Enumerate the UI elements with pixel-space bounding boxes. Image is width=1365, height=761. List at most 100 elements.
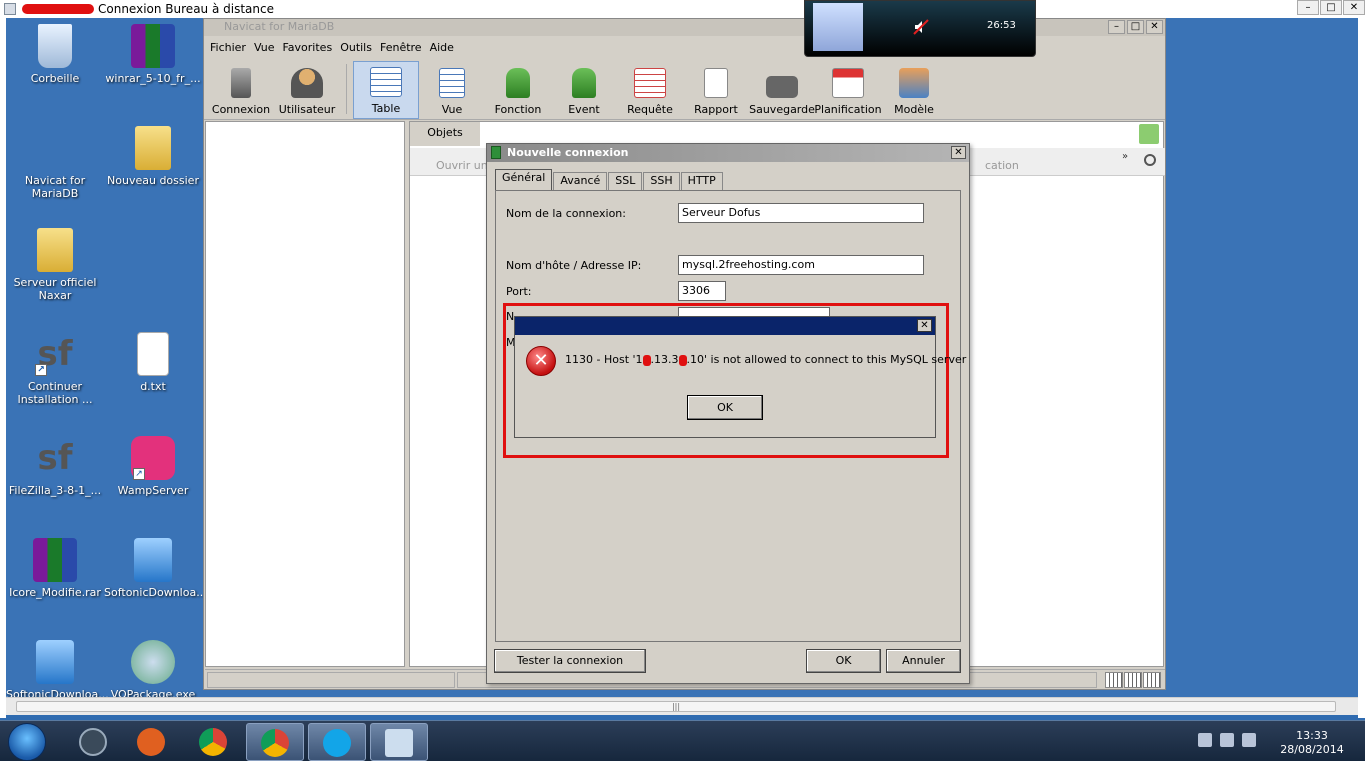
tab-avance[interactable]: Avancé <box>553 172 608 190</box>
toolbar-fonction-button[interactable]: Fonction <box>485 61 551 119</box>
ok-button[interactable]: OK <box>806 649 881 673</box>
tab-objets[interactable]: Objets <box>410 122 480 146</box>
clock[interactable]: 13:33 28/08/2014 <box>1272 729 1352 757</box>
toolbar-vue-button[interactable]: Vue <box>419 61 485 119</box>
grid-view-icon[interactable] <box>1143 672 1161 688</box>
desktop-icon-icore-rar[interactable]: Icore_Modifie.rar <box>6 538 104 599</box>
toolbar-utilisateur-button[interactable]: Utilisateur <box>274 61 340 119</box>
sf-icon: sf ↗ <box>33 332 77 376</box>
list-view-icon[interactable] <box>1105 672 1123 688</box>
tab-general[interactable]: Général <box>495 169 553 190</box>
close-icon[interactable]: ✕ <box>917 319 932 332</box>
connection-name-input[interactable]: Serveur Dofus <box>678 203 924 223</box>
menu-fichier[interactable]: Fichier <box>210 41 246 54</box>
toolbar-requete-button[interactable]: Requête <box>617 61 683 119</box>
taskbar-skype[interactable] <box>308 723 366 761</box>
desktop-icon-corbeille[interactable]: Corbeille <box>6 24 104 85</box>
menu-favorites[interactable]: Favorites <box>282 41 332 54</box>
desktop-icon-d-txt[interactable]: d.txt <box>104 332 202 393</box>
desktop-icon-winrar[interactable]: winrar_5-10_fr_... <box>104 24 202 85</box>
cancel-button[interactable]: Annuler <box>886 649 961 673</box>
mute-icon[interactable] <box>913 19 929 35</box>
toolbar-planification-button[interactable]: Planification <box>814 61 882 119</box>
desktop-icon-softonic-2[interactable]: SoftonicDownloa... <box>6 640 109 701</box>
desktop-icon-label: winrar_5-10_fr_... <box>105 72 201 85</box>
scrollbar-thumb[interactable]: ||| <box>16 701 1336 712</box>
network-icon[interactable] <box>1220 733 1234 747</box>
wamp-icon: ↗ <box>131 436 175 480</box>
app-icon <box>137 728 165 756</box>
taskbar-app-1[interactable] <box>64 723 122 761</box>
remote-desktop-icon <box>385 729 413 757</box>
desktop-icon-wampserver[interactable]: ↗ WampServer <box>104 436 202 497</box>
toolbar-modele-button[interactable]: Modèle <box>881 61 947 119</box>
connection-tree-pane[interactable] <box>205 121 405 667</box>
rdp-minimize-button[interactable]: – <box>1297 0 1319 15</box>
toolbar-table-button[interactable]: Table <box>353 61 419 119</box>
toolbar-event-button[interactable]: Event <box>551 61 617 119</box>
chrome-icon <box>261 729 289 757</box>
query-icon <box>634 68 666 98</box>
desktop-icon-serveur-naxar[interactable]: Serveur officiel Naxar <box>6 228 104 302</box>
desktop-icon-continuer-installation[interactable]: sf ↗ Continuer Installation ... <box>6 332 104 406</box>
add-tab-icon[interactable] <box>1139 124 1159 144</box>
navicat-minimize-button[interactable]: – <box>1108 20 1125 34</box>
chevron-more-icon[interactable]: » <box>1122 151 1128 162</box>
toolbar-connexion-button[interactable]: Connexion <box>208 61 274 119</box>
toolbar-rapport-button[interactable]: Rapport <box>683 61 749 119</box>
taskbar-remote-desktop[interactable] <box>370 723 428 761</box>
toolbar-label: Sauvegarde <box>749 103 815 116</box>
port-input[interactable]: 3306 <box>678 281 726 301</box>
host-input[interactable]: mysql.2freehosting.com <box>678 255 924 275</box>
winrar-icon <box>131 24 175 68</box>
taskbar-chrome-1[interactable] <box>184 723 242 761</box>
taskbar: 13:33 28/08/2014 <box>0 720 1365 761</box>
skype-icon <box>323 729 351 757</box>
desktop-icon-label: Serveur officiel Naxar <box>13 276 97 302</box>
menu-aide[interactable]: Aide <box>430 41 454 54</box>
desktop-icon-softonic-1[interactable]: SoftonicDownloa... <box>104 538 207 599</box>
rdp-right-border <box>1358 18 1365 718</box>
menu-fenetre[interactable]: Fenêtre <box>380 41 422 54</box>
menu-outils[interactable]: Outils <box>340 41 372 54</box>
start-button[interactable] <box>8 723 46 761</box>
desktop-icon-navicat[interactable]: ↗ Navicat for MariaDB <box>6 126 280 200</box>
folder-icon <box>135 126 171 170</box>
toolbar-label: Event <box>568 103 600 116</box>
test-connection-button[interactable]: Tester la connexion <box>494 649 646 673</box>
tab-ssh[interactable]: SSH <box>643 172 680 190</box>
redacted-text <box>642 354 651 366</box>
toolbar-label: Planification <box>814 103 882 116</box>
package-icon <box>131 640 175 684</box>
rdp-horizontal-scrollbar[interactable]: ||| <box>6 697 1358 715</box>
desktop-icon-nouveau-dossier[interactable]: Nouveau dossier <box>104 126 202 187</box>
taskbar-app-2[interactable] <box>122 723 180 761</box>
detail-view-icon[interactable] <box>1124 672 1142 688</box>
close-icon[interactable]: ✕ <box>951 146 966 159</box>
desktop-icon-label: SoftonicDownloa... <box>104 586 207 599</box>
navicat-close-button[interactable]: ✕ <box>1146 20 1163 34</box>
port-label: Port: <box>506 285 532 298</box>
desktop-icon-vopackage[interactable]: VOPackage.exe <box>104 640 202 701</box>
rdp-maximize-button[interactable]: □ <box>1320 0 1342 15</box>
menu-vue[interactable]: Vue <box>254 41 275 54</box>
desktop-icon-filezilla[interactable]: sf FileZilla_3-8-1_... <box>6 436 104 497</box>
tab-http[interactable]: HTTP <box>680 172 723 190</box>
desktop-icon-label: d.txt <box>140 380 166 393</box>
remote-desktop-icon <box>4 3 16 15</box>
tab-ssl[interactable]: SSL <box>608 172 643 190</box>
rdp-close-button[interactable]: ✕ <box>1343 0 1365 15</box>
shortcut-arrow-icon: ↗ <box>133 468 145 480</box>
user-icon <box>291 68 323 98</box>
toolbar-sauvegarde-button[interactable]: Sauvegarde <box>749 61 815 119</box>
desktop-icon-label: FileZilla_3-8-1_... <box>8 484 102 497</box>
taskbar-chrome-2[interactable] <box>246 723 304 761</box>
search-icon[interactable] <box>1144 154 1156 166</box>
desktop-icon-label: Nouveau dossier <box>107 174 199 187</box>
error-ok-button[interactable]: OK <box>687 395 763 420</box>
navicat-maximize-button[interactable]: □ <box>1127 20 1144 34</box>
new-connection-titlebar: Nouvelle connexion ✕ <box>487 144 969 162</box>
show-hidden-icons-icon[interactable] <box>1198 733 1212 747</box>
volume-icon[interactable] <box>1242 733 1256 747</box>
toolbar-label: Fonction <box>494 103 542 116</box>
